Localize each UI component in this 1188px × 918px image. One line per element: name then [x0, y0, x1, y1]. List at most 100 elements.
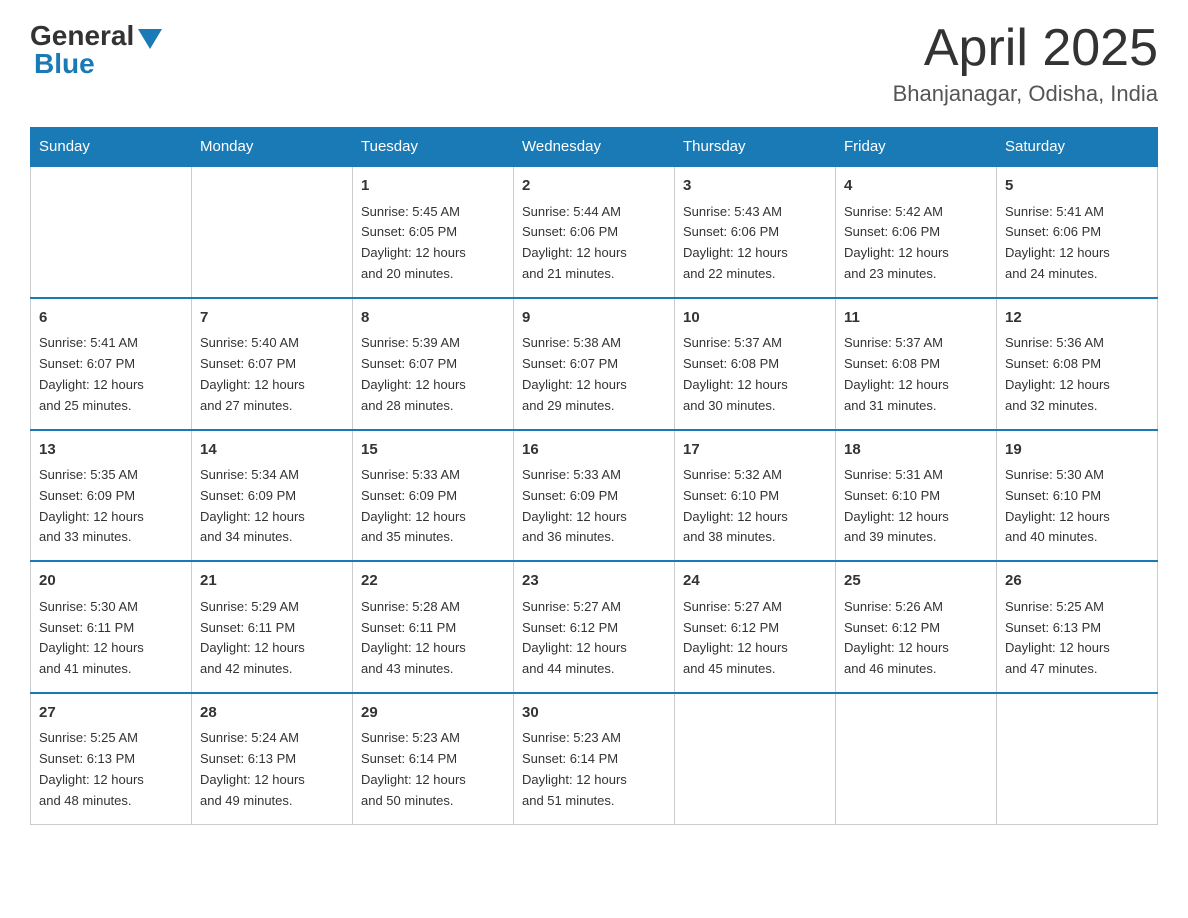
day-info: Sunrise: 5:40 AMSunset: 6:07 PMDaylight:…: [200, 333, 344, 416]
calendar-cell: 13 Sunrise: 5:35 AMSunset: 6:09 PMDayligh…: [31, 430, 192, 562]
day-info: Sunrise: 5:42 AMSunset: 6:06 PMDaylight:…: [844, 202, 988, 285]
location-title: Bhanjanagar, Odisha, India: [893, 81, 1158, 107]
calendar-cell: 8 Sunrise: 5:39 AMSunset: 6:07 PMDaylight…: [353, 298, 514, 430]
day-info: Sunrise: 5:37 AMSunset: 6:08 PMDaylight:…: [683, 333, 827, 416]
day-info: Sunrise: 5:27 AMSunset: 6:12 PMDaylight:…: [683, 597, 827, 680]
day-info: Sunrise: 5:23 AMSunset: 6:14 PMDaylight:…: [361, 728, 505, 811]
day-number: 3: [683, 175, 827, 198]
weekday-header-sunday: Sunday: [31, 128, 192, 167]
calendar-cell: 14Sunrise: 5:34 AMSunset: 6:09 PMDayligh…: [192, 430, 353, 562]
day-number: 24: [683, 570, 827, 593]
calendar-cell: 25Sunrise: 5:26 AMSunset: 6:12 PMDayligh…: [836, 561, 997, 693]
weekday-header-friday: Friday: [836, 128, 997, 167]
weekday-header-monday: Monday: [192, 128, 353, 167]
day-info: Sunrise: 5:37 AMSunset: 6:08 PMDaylight:…: [844, 333, 988, 416]
calendar-cell: [997, 693, 1158, 824]
day-number: 27: [39, 702, 183, 725]
calendar-week-row: 6 Sunrise: 5:41 AMSunset: 6:07 PMDaylight…: [31, 298, 1158, 430]
day-number: 25: [844, 570, 988, 593]
day-info: Sunrise: 5:41 AMSunset: 6:07 PMDaylight:…: [39, 333, 183, 416]
page-header: General Blue April 2025 Bhanjanagar, Odi…: [30, 20, 1158, 107]
logo-arrow-icon: [138, 29, 162, 49]
day-number: 30: [522, 702, 666, 725]
day-info: Sunrise: 5:27 AMSunset: 6:12 PMDaylight:…: [522, 597, 666, 680]
month-title: April 2025: [893, 20, 1158, 77]
day-number: 11: [844, 307, 988, 330]
calendar-table: SundayMondayTuesdayWednesdayThursdayFrid…: [30, 127, 1158, 824]
calendar-cell: 27 Sunrise: 5:25 AMSunset: 6:13 PMDayligh…: [31, 693, 192, 824]
day-number: 16: [522, 439, 666, 462]
day-number: 19: [1005, 439, 1149, 462]
calendar-cell: 6 Sunrise: 5:41 AMSunset: 6:07 PMDaylight…: [31, 298, 192, 430]
calendar-week-row: 20Sunrise: 5:30 AMSunset: 6:11 PMDayligh…: [31, 561, 1158, 693]
calendar-cell: 19 Sunrise: 5:30 AMSunset: 6:10 PMDayligh…: [997, 430, 1158, 562]
weekday-header-tuesday: Tuesday: [353, 128, 514, 167]
day-info: Sunrise: 5:35 AMSunset: 6:09 PMDaylight:…: [39, 465, 183, 548]
weekday-header-saturday: Saturday: [997, 128, 1158, 167]
day-number: 6: [39, 307, 183, 330]
day-info: Sunrise: 5:41 AMSunset: 6:06 PMDaylight:…: [1005, 202, 1149, 285]
calendar-cell: 11 Sunrise: 5:37 AMSunset: 6:08 PMDayligh…: [836, 298, 997, 430]
day-number: 17: [683, 439, 827, 462]
calendar-cell: 7Sunrise: 5:40 AMSunset: 6:07 PMDaylight…: [192, 298, 353, 430]
logo-blue-text: Blue: [34, 48, 95, 80]
day-number: 23: [522, 570, 666, 593]
day-number: 8: [361, 307, 505, 330]
calendar-cell: 28Sunrise: 5:24 AMSunset: 6:13 PMDayligh…: [192, 693, 353, 824]
calendar-header-row: SundayMondayTuesdayWednesdayThursdayFrid…: [31, 128, 1158, 167]
day-info: Sunrise: 5:36 AMSunset: 6:08 PMDaylight:…: [1005, 333, 1149, 416]
weekday-header-wednesday: Wednesday: [514, 128, 675, 167]
day-info: Sunrise: 5:25 AMSunset: 6:13 PMDaylight:…: [39, 728, 183, 811]
calendar-cell: 29 Sunrise: 5:23 AMSunset: 6:14 PMDayligh…: [353, 693, 514, 824]
calendar-cell: 12 Sunrise: 5:36 AMSunset: 6:08 PMDayligh…: [997, 298, 1158, 430]
day-info: Sunrise: 5:24 AMSunset: 6:13 PMDaylight:…: [200, 728, 344, 811]
day-number: 9: [522, 307, 666, 330]
calendar-cell: 23 Sunrise: 5:27 AMSunset: 6:12 PMDayligh…: [514, 561, 675, 693]
title-area: April 2025 Bhanjanagar, Odisha, India: [893, 20, 1158, 107]
calendar-cell: 24 Sunrise: 5:27 AMSunset: 6:12 PMDayligh…: [675, 561, 836, 693]
day-number: 4: [844, 175, 988, 198]
day-number: 29: [361, 702, 505, 725]
calendar-cell: 30Sunrise: 5:23 AMSunset: 6:14 PMDayligh…: [514, 693, 675, 824]
day-number: 5: [1005, 175, 1149, 198]
calendar-cell: 17 Sunrise: 5:32 AMSunset: 6:10 PMDayligh…: [675, 430, 836, 562]
day-info: Sunrise: 5:33 AMSunset: 6:09 PMDaylight:…: [522, 465, 666, 548]
day-info: Sunrise: 5:43 AMSunset: 6:06 PMDaylight:…: [683, 202, 827, 285]
calendar-cell: 22Sunrise: 5:28 AMSunset: 6:11 PMDayligh…: [353, 561, 514, 693]
calendar-cell: [836, 693, 997, 824]
day-number: 2: [522, 175, 666, 198]
day-number: 13: [39, 439, 183, 462]
day-info: Sunrise: 5:44 AMSunset: 6:06 PMDaylight:…: [522, 202, 666, 285]
day-info: Sunrise: 5:39 AMSunset: 6:07 PMDaylight:…: [361, 333, 505, 416]
calendar-cell: 21 Sunrise: 5:29 AMSunset: 6:11 PMDayligh…: [192, 561, 353, 693]
day-number: 26: [1005, 570, 1149, 593]
day-info: Sunrise: 5:45 AMSunset: 6:05 PMDaylight:…: [361, 202, 505, 285]
day-info: Sunrise: 5:29 AMSunset: 6:11 PMDaylight:…: [200, 597, 344, 680]
day-info: Sunrise: 5:33 AMSunset: 6:09 PMDaylight:…: [361, 465, 505, 548]
calendar-cell: 3 Sunrise: 5:43 AMSunset: 6:06 PMDaylight…: [675, 166, 836, 298]
day-number: 14: [200, 439, 344, 462]
day-number: 15: [361, 439, 505, 462]
day-number: 18: [844, 439, 988, 462]
logo: General Blue: [30, 20, 162, 80]
calendar-cell: [31, 166, 192, 298]
calendar-cell: 2 Sunrise: 5:44 AMSunset: 6:06 PMDaylight…: [514, 166, 675, 298]
weekday-header-thursday: Thursday: [675, 128, 836, 167]
day-info: Sunrise: 5:32 AMSunset: 6:10 PMDaylight:…: [683, 465, 827, 548]
calendar-cell: 4 Sunrise: 5:42 AMSunset: 6:06 PMDaylight…: [836, 166, 997, 298]
day-info: Sunrise: 5:38 AMSunset: 6:07 PMDaylight:…: [522, 333, 666, 416]
day-number: 1: [361, 175, 505, 198]
calendar-cell: 5 Sunrise: 5:41 AMSunset: 6:06 PMDaylight…: [997, 166, 1158, 298]
calendar-cell: 15 Sunrise: 5:33 AMSunset: 6:09 PMDayligh…: [353, 430, 514, 562]
calendar-cell: 9 Sunrise: 5:38 AMSunset: 6:07 PMDaylight…: [514, 298, 675, 430]
day-info: Sunrise: 5:30 AMSunset: 6:10 PMDaylight:…: [1005, 465, 1149, 548]
day-number: 10: [683, 307, 827, 330]
calendar-cell: 20Sunrise: 5:30 AMSunset: 6:11 PMDayligh…: [31, 561, 192, 693]
calendar-cell: [675, 693, 836, 824]
calendar-week-row: 13 Sunrise: 5:35 AMSunset: 6:09 PMDayligh…: [31, 430, 1158, 562]
day-number: 21: [200, 570, 344, 593]
calendar-cell: [192, 166, 353, 298]
day-number: 12: [1005, 307, 1149, 330]
calendar-cell: 26Sunrise: 5:25 AMSunset: 6:13 PMDayligh…: [997, 561, 1158, 693]
day-info: Sunrise: 5:30 AMSunset: 6:11 PMDaylight:…: [39, 597, 183, 680]
